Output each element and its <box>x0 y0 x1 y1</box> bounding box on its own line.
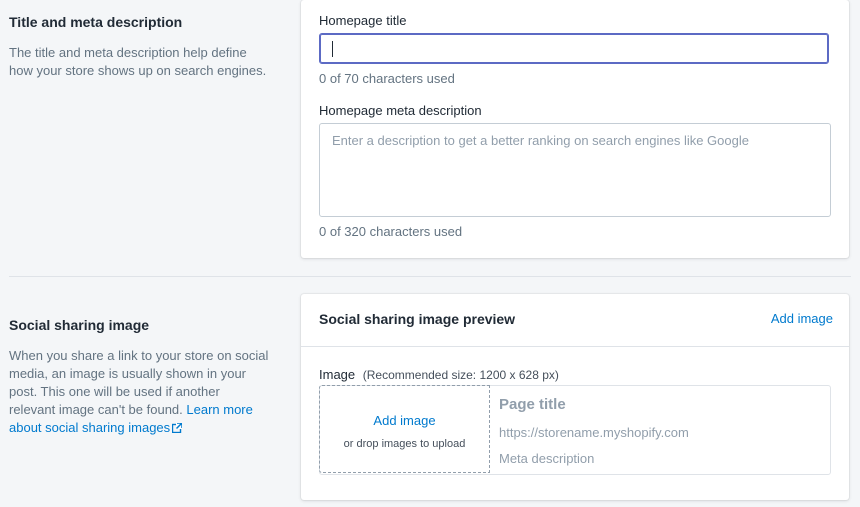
homepage-title-char-count: 0 of 70 characters used <box>319 71 455 86</box>
title-meta-card: Homepage title 0 of 70 characters used H… <box>301 0 849 258</box>
social-card-header: Social sharing image preview Add image <box>301 294 849 347</box>
section-description-title-meta: The title and meta description help defi… <box>9 45 267 78</box>
section-title-title-meta: Title and meta description <box>9 14 183 30</box>
external-link-icon <box>172 423 183 433</box>
dropzone-add-image-link[interactable]: Add image <box>320 413 489 428</box>
social-preview-box: Add image or drop images to upload Page … <box>319 385 831 475</box>
preview-url: https://storename.myshopify.com <box>499 425 689 440</box>
section-divider <box>9 276 851 277</box>
social-card-title: Social sharing image preview <box>319 311 516 327</box>
meta-description-char-count: 0 of 320 characters used <box>319 224 463 239</box>
title-meta-section-info: Title and meta description The title and… <box>9 14 269 80</box>
meta-description-label: Homepage meta description <box>319 103 482 118</box>
homepage-title-label: Homepage title <box>319 13 407 28</box>
text-caret <box>332 41 333 57</box>
meta-description-placeholder: Enter a description to get a better rank… <box>332 133 749 148</box>
preview-page-title: Page title <box>499 396 566 413</box>
image-label: Image <box>319 367 356 382</box>
image-dropzone[interactable]: Add image or drop images to upload <box>319 385 490 473</box>
social-preview-card: Social sharing image preview Add image I… <box>301 294 849 500</box>
image-field-label: Image (Recommended size: 1200 x 628 px) <box>319 367 559 382</box>
homepage-title-input[interactable] <box>319 33 829 64</box>
image-recommended-size: (Recommended size: 1200 x 628 px) <box>362 368 559 382</box>
section-description-social: When you share a link to your store on s… <box>9 347 269 437</box>
dropzone-hint: or drop images to upload <box>343 438 466 450</box>
social-section-info: Social sharing image When you share a li… <box>9 317 269 437</box>
preview-meta-description: Meta description <box>499 451 595 466</box>
section-title-social: Social sharing image <box>9 317 150 333</box>
add-image-button[interactable]: Add image <box>771 311 833 326</box>
meta-description-textarea[interactable]: Enter a description to get a better rank… <box>319 123 831 217</box>
